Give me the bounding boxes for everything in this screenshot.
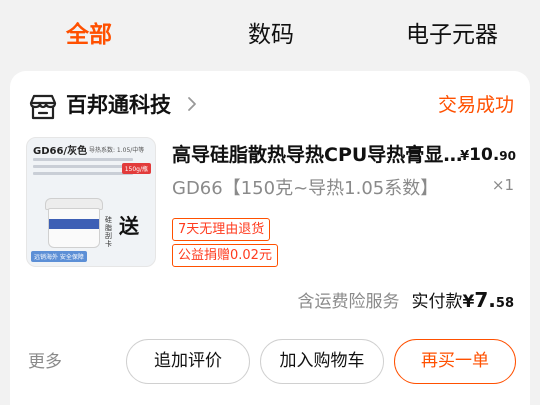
shop-icon [29, 94, 57, 120]
order-tabs: 全部 数码 电子元器 [0, 0, 540, 70]
paid-symbol: ¥ [462, 292, 475, 312]
paid-integer: 7. [474, 288, 496, 312]
product-title[interactable]: 高导硅脂散热导热CPU导热膏显卡硅脂 [172, 141, 467, 169]
product-quantity: ×1 [491, 176, 514, 194]
return-policy-badge: 7天无理由退货 [172, 218, 271, 241]
thumbnail-weight-tag: 150g/瓶 [121, 163, 151, 174]
order-status: 交易成功 [437, 94, 514, 116]
product-thumbnail[interactable]: GD66/灰色 导热系数: 1.05/中等 150g/瓶 硅脂刮卡 送 远销海外… [26, 137, 156, 267]
add-to-cart-button[interactable]: 加入购物车 [260, 339, 384, 384]
order-summary: 含运费险服务 实付款¥7.58 [298, 285, 514, 319]
price-symbol: ¥ [460, 149, 470, 164]
shipping-insurance-label: 含运费险服务 [297, 292, 400, 312]
charity-badge: 公益捐赠0.02元 [172, 244, 278, 267]
thumbnail-small-text: 硅脂刮卡 [105, 216, 112, 248]
product-sku: GD66【150克~导热1.05系数】 [172, 178, 439, 199]
add-review-button[interactable]: 追加评价 [126, 339, 250, 384]
thumbnail-spec: 导热系数: 1.05/中等 [89, 147, 145, 154]
paid-label: 实付款 [411, 292, 463, 312]
price-decimal: 90 [499, 149, 516, 163]
paid-decimal: 58 [495, 296, 514, 311]
chevron-right-icon[interactable] [186, 93, 198, 115]
paid-amount: ¥7.58 [462, 288, 514, 312]
product-price: ¥10.90 [460, 141, 516, 171]
order-card: 百邦通科技 交易成功 GD66/灰色 导热系数: 1.05/中等 150g/瓶 … [10, 71, 530, 405]
shop-name[interactable]: 百邦通科技 [66, 89, 171, 121]
more-link[interactable]: 更多 [28, 350, 62, 374]
thermal-paste-jar-image [45, 198, 103, 250]
tab-digital[interactable]: 数码 [248, 18, 294, 52]
tab-electronic-components[interactable]: 电子元器 [406, 18, 498, 52]
price-integer: 10. [469, 145, 500, 165]
buy-again-button[interactable]: 再买一单 [394, 339, 516, 384]
thumbnail-label: GD66/灰色 [33, 146, 88, 157]
tab-all[interactable]: 全部 [66, 18, 112, 52]
thumbnail-text-lines [33, 158, 133, 179]
thumbnail-gift-text: 送 [119, 214, 139, 238]
thumbnail-bottom-tag: 远销海外 安全保障 [31, 251, 87, 262]
